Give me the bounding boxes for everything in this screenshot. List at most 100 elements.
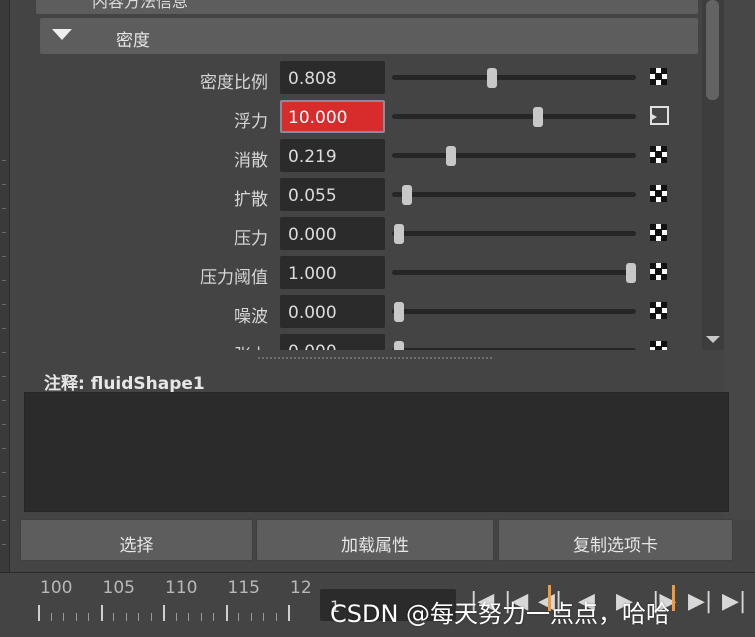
attribute-value-field[interactable]: 10.000 [280, 100, 385, 133]
attribute-slider[interactable] [392, 302, 636, 322]
frame-tick-minor [88, 613, 89, 621]
vertical-scrollbar[interactable] [702, 0, 724, 350]
attribute-value-field[interactable]: 0.000 [280, 334, 385, 350]
scroll-down-arrow-icon[interactable] [706, 336, 720, 343]
attribute-value-field[interactable]: 0.000 [280, 217, 385, 250]
frame-tick-label: 12 [290, 578, 312, 598]
edge-mark [2, 280, 6, 281]
checker-square [650, 235, 656, 241]
checker-square [650, 157, 656, 163]
checker-square [661, 79, 667, 85]
edge-mark [2, 208, 6, 209]
edge-mark [2, 232, 6, 233]
attribute-slider[interactable] [392, 263, 637, 283]
frame-tick-label: 105 [102, 578, 135, 598]
pane-splitter-handle[interactable] [258, 357, 492, 359]
edge-mark [2, 376, 6, 377]
frame-tick-minor [113, 613, 114, 621]
slider-thumb[interactable] [445, 146, 456, 166]
step-forward-key-icon[interactable]: ▶| [688, 587, 712, 617]
go-to-end-icon[interactable]: ▶| [722, 587, 746, 617]
load-attributes-button[interactable]: 加载属性 [256, 519, 494, 561]
checker-square [661, 196, 667, 202]
attribute-row: 压力 0.000 [22, 217, 702, 251]
input-connection-icon[interactable] [650, 106, 669, 125]
attribute-label: 扩散 [234, 190, 268, 210]
frame-tick-label: 115 [227, 578, 260, 598]
attribute-slider[interactable] [392, 185, 636, 205]
attribute-row: 浮力 10.000 [22, 100, 702, 134]
collapse-triangle-icon[interactable] [52, 29, 72, 40]
frame-tick-minor [175, 613, 177, 621]
frame-tick-minor [138, 613, 139, 621]
edge-mark [2, 448, 6, 449]
frame-tick-minor [125, 613, 127, 621]
slider-thumb[interactable] [401, 185, 412, 205]
attribute-value-field[interactable]: 0.055 [280, 178, 385, 211]
attribute-value-field[interactable]: 0.808 [280, 61, 385, 94]
frame-tick-minor [188, 613, 189, 621]
key-marker-icon [672, 585, 675, 611]
checker-square [650, 79, 656, 85]
map-checker-icon[interactable] [650, 224, 667, 241]
checker-square [661, 235, 667, 241]
checker-square [661, 313, 667, 319]
section-title: 密度 [116, 31, 150, 51]
watermark: CSDN @每天努力一点点，哈哈 [330, 600, 671, 628]
attribute-row: 消散 0.219 [22, 139, 702, 173]
checker-square [661, 274, 667, 280]
attribute-label: 消散 [234, 151, 268, 171]
notes-label: 注释: fluidShape1 [44, 374, 205, 394]
scrollbar-thumb[interactable] [706, 0, 719, 100]
select-button[interactable]: 选择 [20, 519, 253, 561]
checker-square [661, 157, 667, 163]
frame-tick-label: 100 [40, 578, 73, 598]
frame-tick [225, 605, 228, 621]
edge-mark [2, 256, 6, 257]
edge-mark [2, 184, 6, 185]
attribute-slider[interactable] [392, 68, 636, 88]
slider-thumb[interactable] [394, 224, 405, 244]
slider-thumb[interactable] [394, 302, 405, 322]
slider-thumb[interactable] [533, 107, 544, 127]
attribute-value-field[interactable]: 0.219 [280, 139, 385, 172]
previous-section-header[interactable]: 内容方法信息 [36, 0, 698, 14]
attribute-scroll-area[interactable]: 内容方法信息 密度 密度比例 0.808 浮力 10.000 消散 0.219 扩散 0.05… [22, 0, 702, 350]
copy-tab-button[interactable]: 复制选项卡 [498, 519, 733, 561]
attribute-value-field[interactable]: 0.000 [280, 295, 385, 328]
attribute-label: 浮力 [234, 112, 268, 132]
attribute-row: 张力 0.000 [22, 334, 702, 350]
attribute-slider[interactable] [392, 107, 636, 127]
frame-tick-minor [275, 613, 277, 621]
notes-textarea[interactable] [24, 392, 729, 512]
attribute-slider[interactable] [392, 341, 636, 350]
map-checker-icon[interactable] [650, 68, 667, 85]
map-checker-icon[interactable] [650, 263, 667, 280]
frame-tick-minor [63, 613, 64, 621]
frame-tick-label: 110 [165, 578, 198, 598]
frame-tick-minor [263, 613, 264, 621]
attribute-row: 压力阈值 1.000 [22, 256, 702, 290]
slider-thumb[interactable] [394, 341, 405, 350]
attribute-value-field[interactable]: 1.000 [280, 256, 385, 289]
checker-square [650, 274, 656, 280]
section-header-density[interactable]: 密度 [40, 18, 698, 54]
map-checker-icon[interactable] [650, 341, 667, 350]
attribute-editor-panel: 内容方法信息 密度 密度比例 0.808 浮力 10.000 消散 0.219 扩散 0.05… [0, 0, 755, 637]
frame-tick-minor [213, 613, 214, 621]
edge-mark [2, 328, 6, 329]
attribute-label: 张力 [234, 341, 268, 350]
slider-thumb[interactable] [487, 68, 498, 88]
frame-tick [163, 605, 165, 621]
frame-tick [288, 605, 290, 621]
map-checker-icon[interactable] [650, 302, 667, 319]
edge-mark [2, 472, 6, 473]
time-ruler[interactable]: 100 105 110 115 12 [0, 573, 320, 637]
map-checker-icon[interactable] [650, 185, 667, 202]
attribute-row: 噪波 0.000 [22, 295, 702, 329]
attribute-slider[interactable] [392, 224, 636, 244]
map-checker-icon[interactable] [650, 146, 667, 163]
attribute-label: 噪波 [234, 307, 268, 327]
attribute-slider[interactable] [392, 146, 636, 166]
slider-thumb[interactable] [626, 263, 637, 283]
